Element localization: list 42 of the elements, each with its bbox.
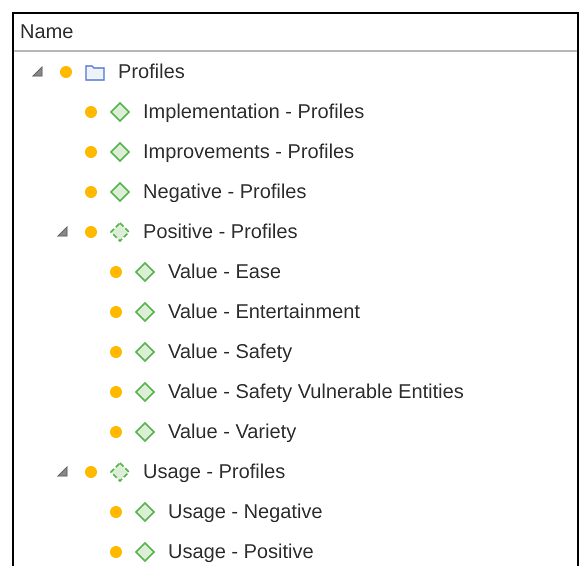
diamond-icon	[134, 381, 156, 403]
diamond-icon	[109, 181, 131, 203]
tree-item-label[interactable]: Value - Entertainment	[168, 300, 360, 324]
dashed-diamond-icon	[109, 461, 131, 483]
diamond-icon	[134, 261, 156, 283]
status-dot	[85, 466, 97, 478]
status-dot	[110, 506, 122, 518]
tree-item-label[interactable]: Positive - Profiles	[143, 220, 298, 244]
tree-item-label[interactable]: Negative - Profiles	[143, 180, 306, 204]
diamond-icon	[134, 501, 156, 523]
tree-item-label[interactable]: Implementation - Profiles	[143, 100, 364, 124]
status-dot	[110, 266, 122, 278]
expanded-arrow-icon[interactable]	[57, 226, 69, 238]
tree-item-label[interactable]: Value - Variety	[168, 420, 296, 444]
tree-item-label[interactable]: Profiles	[118, 60, 185, 84]
expanded-arrow-icon[interactable]	[57, 466, 69, 478]
dashed-diamond-icon	[109, 221, 131, 243]
tree-item-label[interactable]: Improvements - Profiles	[143, 140, 354, 164]
tree-item-label[interactable]: Usage - Negative	[168, 500, 323, 524]
status-dot	[85, 226, 97, 238]
status-dot	[110, 546, 122, 558]
tree-item-label[interactable]: Usage - Profiles	[143, 460, 286, 484]
diamond-icon	[109, 141, 131, 163]
status-dot	[110, 306, 122, 318]
status-dot	[110, 386, 122, 398]
diamond-icon	[134, 541, 156, 563]
column-header[interactable]: Name	[14, 14, 577, 52]
expanded-arrow-icon[interactable]	[32, 66, 44, 78]
diamond-icon	[134, 341, 156, 363]
status-dot	[85, 106, 97, 118]
diamond-icon	[109, 101, 131, 123]
diamond-icon	[134, 301, 156, 323]
status-dot	[60, 66, 72, 78]
tree-item-label[interactable]: Value - Ease	[168, 260, 282, 284]
status-dot	[110, 346, 122, 358]
status-dot	[85, 146, 97, 158]
tree-item-label[interactable]: Value - Safety Vulnerable Entities	[168, 380, 464, 404]
status-dot	[85, 186, 97, 198]
status-dot	[110, 426, 122, 438]
tree-item-label[interactable]: Value - Safety	[168, 340, 292, 364]
diamond-icon	[134, 421, 156, 443]
tree-item-label[interactable]: Usage - Positive	[168, 540, 314, 564]
